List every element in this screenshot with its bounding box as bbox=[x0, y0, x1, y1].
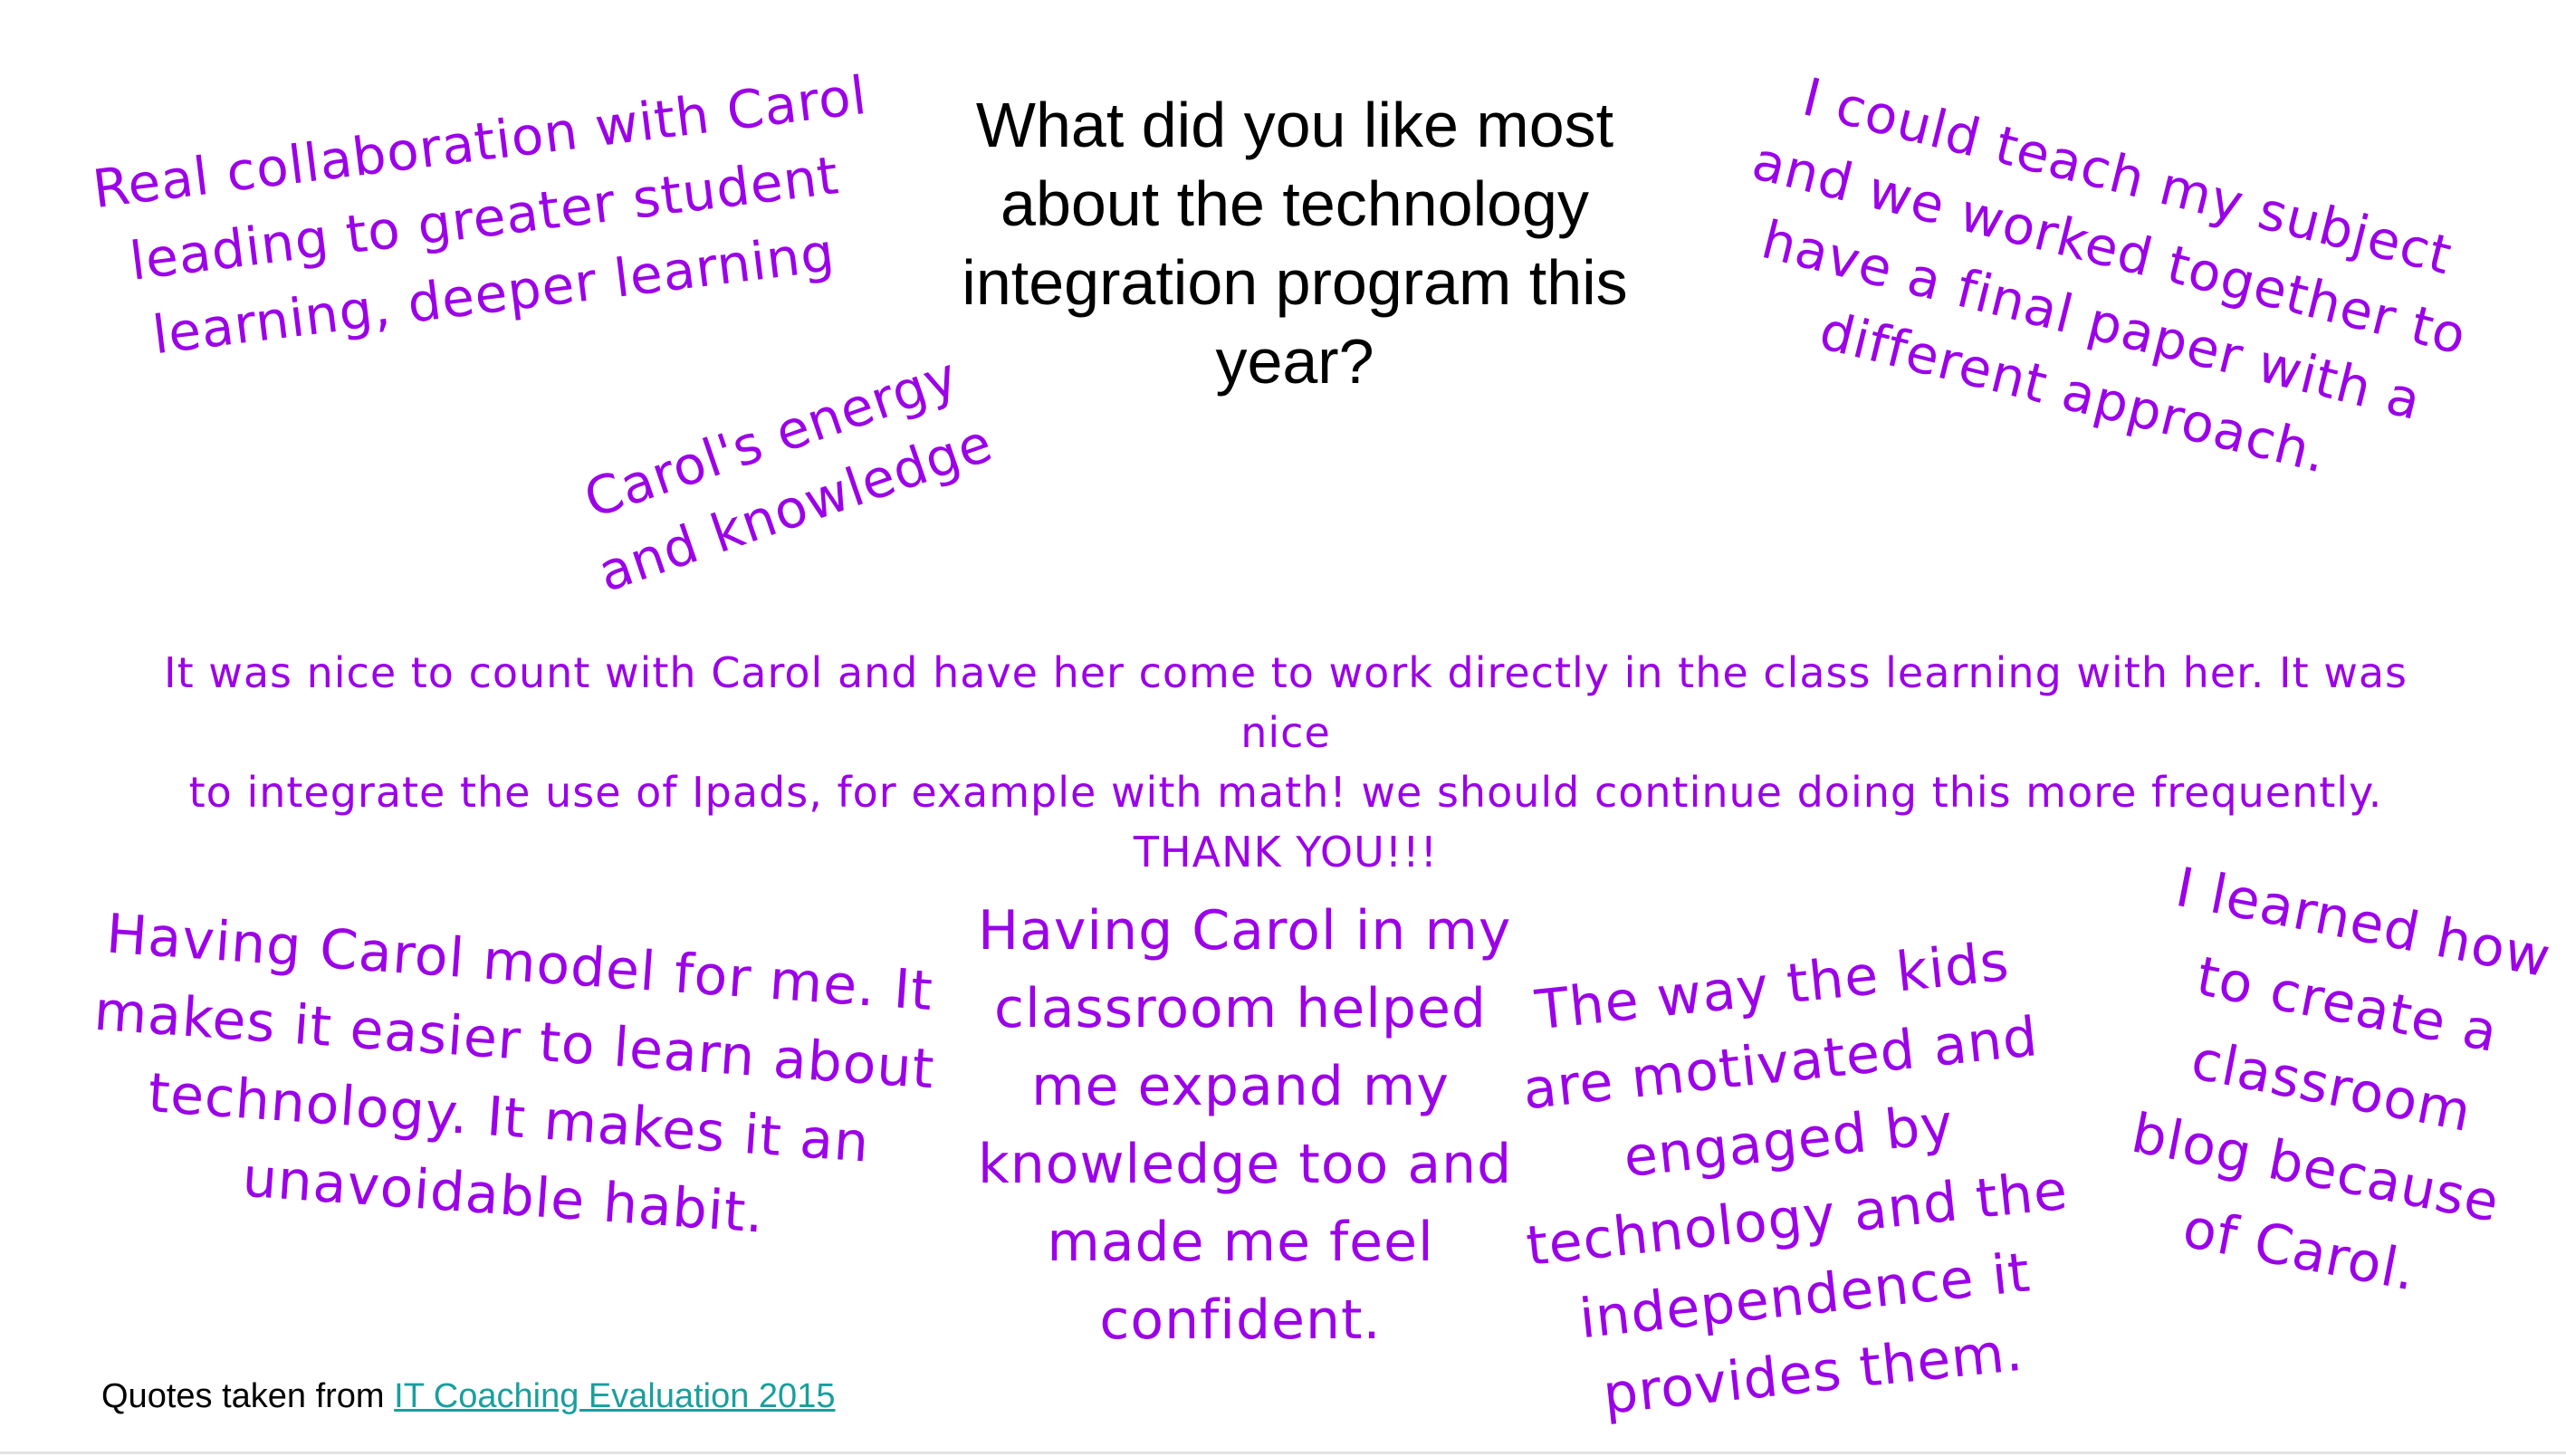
quote-line: classroom helped bbox=[994, 977, 1487, 1040]
title-line: integration program this bbox=[962, 247, 1628, 318]
slide-bottom-divider bbox=[0, 1451, 2566, 1454]
title-line: year? bbox=[1215, 326, 1374, 397]
quote-carol-model: Having Carol model for me. It makes it e… bbox=[81, 895, 943, 1264]
quote-classroom-blog: I learned how to create a classroom blog… bbox=[2074, 839, 2566, 1333]
quote-line: me expand my bbox=[1031, 1055, 1450, 1118]
quote-line: THANK YOU!!! bbox=[1133, 828, 1439, 876]
slide-title: What did you like most about the technol… bbox=[905, 86, 1684, 401]
quote-line: confident. bbox=[1099, 1288, 1382, 1352]
quote-real-collaboration: Real collaboration with Carol leading to… bbox=[89, 58, 880, 378]
quote-line: Having Carol in my bbox=[978, 899, 1512, 963]
quote-line: to integrate the use of Ipads, for examp… bbox=[188, 768, 2383, 817]
source-prefix: Quotes taken from bbox=[101, 1377, 395, 1415]
quote-kids-motivated: The way the kids are motivated and engag… bbox=[1498, 919, 2088, 1441]
title-line: What did you like most bbox=[975, 90, 1614, 160]
source-citation: Quotes taken from IT Coaching Evaluation… bbox=[101, 1374, 835, 1419]
title-line: about the technology bbox=[1001, 168, 1589, 239]
quote-carol-in-classroom: Having Carol in my classroom helped me e… bbox=[978, 892, 1513, 1359]
quote-line: made me feel bbox=[1047, 1211, 1434, 1274]
quote-line: knowledge too and bbox=[978, 1133, 1513, 1196]
slide: What did you like most about the technol… bbox=[0, 0, 2566, 1456]
quote-carols-energy: Carol's energy and knowledge bbox=[558, 333, 1009, 612]
quote-teach-my-subject: I could teach my subject and we worked t… bbox=[1687, 46, 2514, 522]
quote-line: It was nice to count with Carol and have… bbox=[164, 648, 2408, 757]
quote-count-with-carol: It was nice to count with Carol and have… bbox=[118, 643, 2454, 882]
source-link[interactable]: IT Coaching Evaluation 2015 bbox=[394, 1377, 835, 1415]
